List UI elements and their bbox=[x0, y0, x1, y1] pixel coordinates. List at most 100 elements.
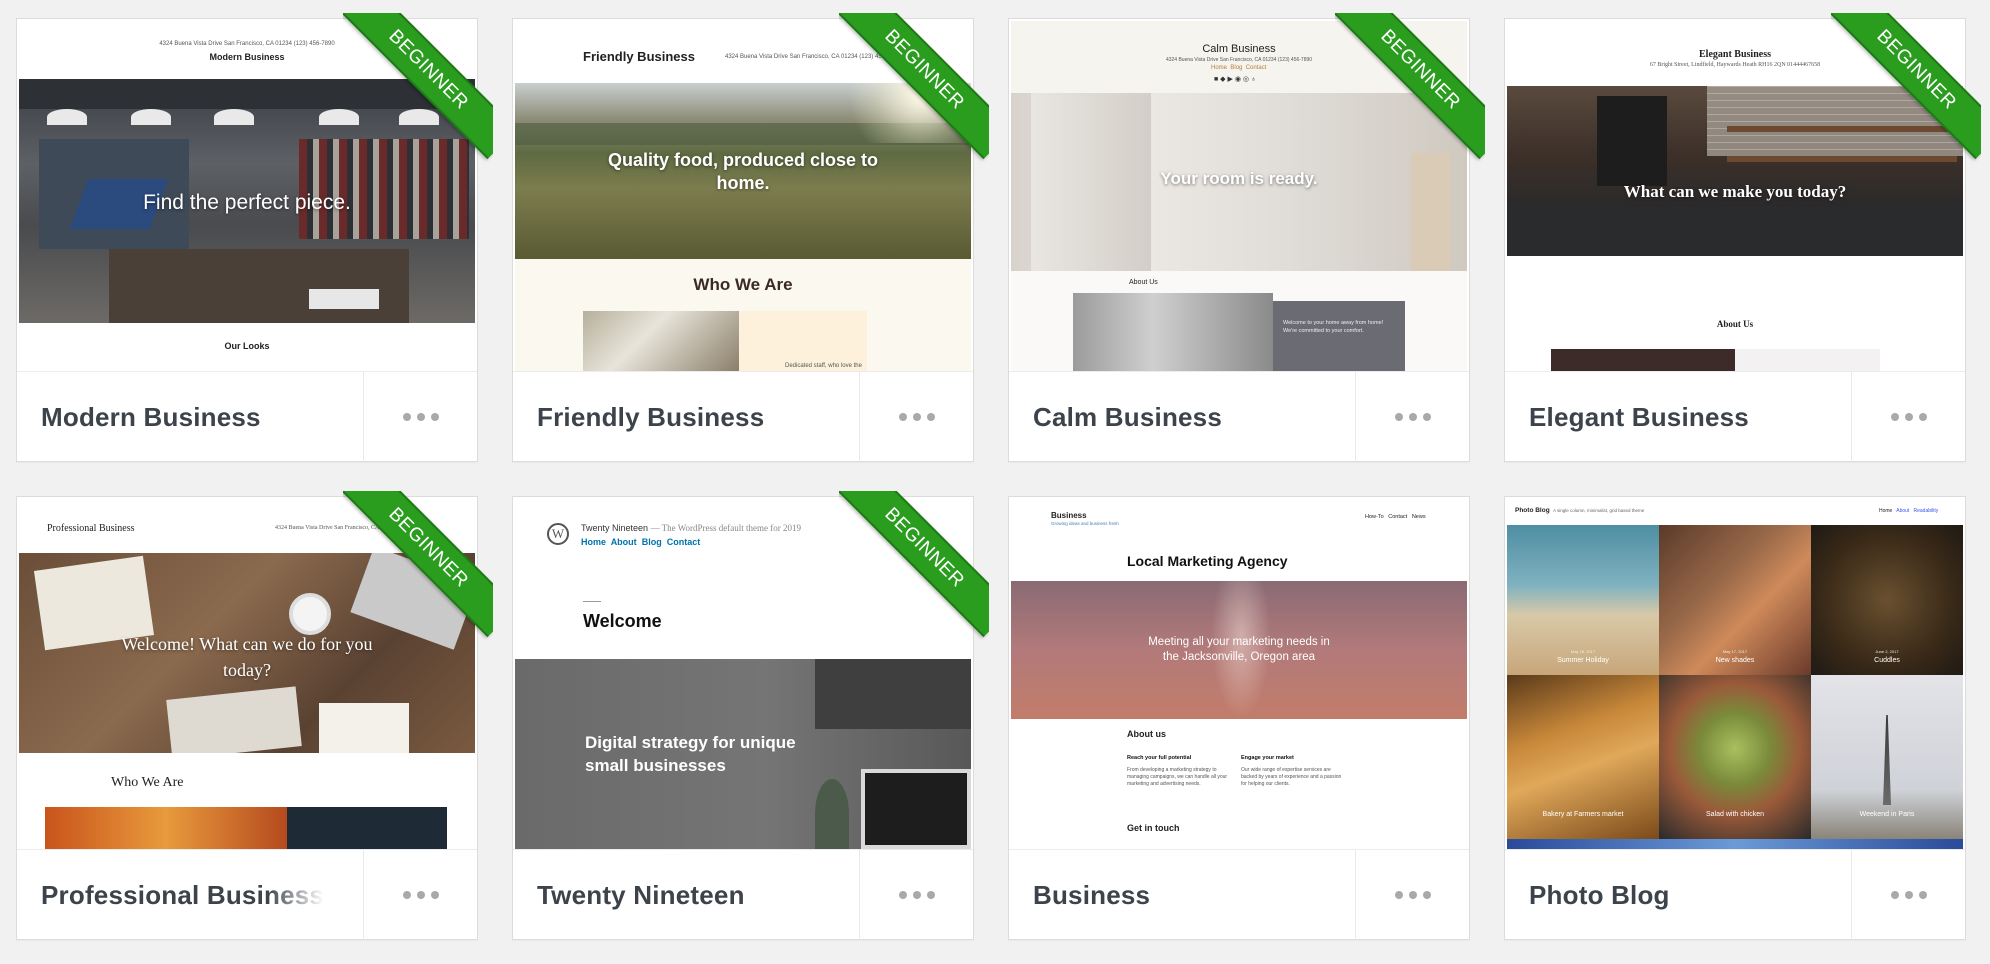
theme-more-button[interactable] bbox=[1851, 372, 1965, 462]
theme-more-button[interactable] bbox=[859, 850, 973, 940]
theme-name[interactable]: Modern Business bbox=[41, 372, 261, 462]
preview-site-title: Modern Business bbox=[209, 52, 285, 62]
preview-nav-about: About bbox=[1896, 508, 1910, 514]
preview-nav: Home About Blog Contact bbox=[581, 537, 700, 547]
ellipsis-icon bbox=[898, 413, 935, 421]
theme-card-modern-business[interactable]: 4324 Buena Vista Drive San Francisco, CA… bbox=[16, 13, 493, 462]
ellipsis-icon bbox=[402, 891, 439, 899]
preview-nav-contact: Contact bbox=[1245, 65, 1267, 71]
preview-hero-image: Digital strategy for unique small busine… bbox=[515, 659, 971, 849]
preview-hero-image: Meeting all your marketing needs in the … bbox=[1011, 581, 1467, 719]
ellipsis-icon bbox=[1394, 413, 1431, 421]
preview-site-title: Business bbox=[1051, 511, 1087, 520]
theme-name[interactable]: Photo Blog bbox=[1529, 850, 1670, 940]
theme-name[interactable]: Business bbox=[1033, 850, 1150, 940]
theme-more-button[interactable] bbox=[1355, 372, 1469, 462]
theme-card-footer: Elegant Business bbox=[1505, 371, 1965, 462]
theme-card-business[interactable]: Business Growing ideas and business fres… bbox=[1008, 496, 1470, 940]
preview-room-image bbox=[1073, 293, 1273, 371]
preview-hero-text: Welcome! What can we do for you today? bbox=[121, 634, 373, 680]
ellipsis-icon bbox=[402, 413, 439, 421]
preview-header-line: 4324 Buena Vista Drive San Francisco, CA… bbox=[1165, 57, 1313, 63]
preview-about-title: About us bbox=[1127, 729, 1166, 739]
preview-header-line: 4324 Buena Vista Drive San Francisco, CA… bbox=[275, 525, 435, 531]
theme-more-button[interactable] bbox=[363, 850, 477, 940]
preview-section-title: About Us bbox=[1716, 319, 1754, 329]
preview-contact-title: Get in touch bbox=[1127, 823, 1180, 833]
photo-date: May 18, 2017 bbox=[1570, 649, 1596, 654]
preview-hero-image: Quality food, produced close to home. bbox=[515, 83, 971, 259]
preview-site-title: Elegant Business bbox=[1699, 49, 1771, 60]
theme-more-button[interactable] bbox=[859, 372, 973, 462]
theme-screenshot[interactable]: Photo Blog A single column, minimalist, … bbox=[1507, 499, 1963, 849]
preview-site-title-line: Twenty Nineteen — The WordPress default … bbox=[581, 523, 801, 533]
theme-name[interactable]: Elegant Business bbox=[1529, 372, 1749, 462]
preview-header-line: 67 Bright Street, Lindfield, Haywards He… bbox=[1649, 62, 1821, 68]
preview-section-image bbox=[45, 807, 287, 849]
theme-card-footer: Photo Blog bbox=[1505, 849, 1965, 940]
theme-screenshot[interactable]: 4324 Buena Vista Drive San Francisco, CA… bbox=[19, 21, 475, 371]
photo-caption: Summer Holiday bbox=[1557, 657, 1609, 664]
theme-screenshot[interactable]: Friendly Business 4324 Buena Vista Drive… bbox=[515, 21, 971, 371]
preview-hero-image: What can we make you today? bbox=[1507, 86, 1963, 256]
preview-tagline: A single column, minimalist, grid based … bbox=[1553, 508, 1645, 513]
photo-tile[interactable]: Bakery at Farmers market bbox=[1507, 675, 1659, 839]
preview-nav-home: Home bbox=[581, 537, 607, 547]
photo-caption: Weekend in Paris bbox=[1859, 811, 1915, 818]
preview-col1-text: From developing a marketing strategy to … bbox=[1127, 767, 1228, 787]
preview-nav-home: Home bbox=[1211, 65, 1228, 71]
theme-more-button[interactable] bbox=[1355, 850, 1469, 940]
theme-card-professional-business[interactable]: Professional Business 4324 Buena Vista D… bbox=[16, 491, 493, 940]
preview-nav-news: News bbox=[1411, 514, 1426, 520]
photo-caption: Cuddles bbox=[1874, 657, 1900, 664]
theme-card-friendly-business[interactable]: Friendly Business 4324 Buena Vista Drive… bbox=[512, 13, 989, 462]
theme-screenshot[interactable]: Calm Business 4324 Buena Vista Drive San… bbox=[1011, 21, 1467, 371]
theme-card-calm-business[interactable]: Calm Business 4324 Buena Vista Drive San… bbox=[1008, 13, 1485, 462]
theme-card-footer: Twenty Nineteen bbox=[513, 849, 973, 940]
preview-site-title: Friendly Business bbox=[583, 49, 695, 64]
preview-section-title: Who We Are bbox=[693, 275, 793, 294]
ellipsis-icon bbox=[1890, 413, 1927, 421]
theme-more-button[interactable] bbox=[1851, 850, 1965, 940]
photo-tile[interactable]: May 18, 2017 Summer Holiday bbox=[1507, 525, 1659, 675]
wordpress-logo-icon: W bbox=[547, 523, 569, 545]
photo-date: June 2, 2017 bbox=[1875, 649, 1899, 654]
preview-nav-readability: Readability bbox=[1913, 508, 1939, 514]
preview-header-line: 4324 Buena Vista Drive San Francisco, CA… bbox=[725, 54, 901, 60]
photo-tile[interactable]: Salad with chicken bbox=[1659, 675, 1811, 839]
theme-card-footer: Calm Business bbox=[1009, 371, 1469, 462]
theme-name[interactable]: Friendly Business bbox=[537, 372, 764, 462]
preview-hero-image: Welcome! What can we do for you today? bbox=[19, 553, 475, 753]
photo-tile[interactable]: Weekend in Paris bbox=[1811, 675, 1963, 839]
theme-name[interactable]: Twenty Nineteen bbox=[537, 850, 745, 940]
preview-hero-text: Find the perfect piece. bbox=[143, 191, 351, 214]
theme-screenshot[interactable]: W Twenty Nineteen — The WordPress defaul… bbox=[515, 499, 971, 849]
theme-screenshot[interactable]: Professional Business 4324 Buena Vista D… bbox=[19, 499, 475, 849]
theme-screenshot[interactable]: Elegant Business 67 Bright Street, Lindf… bbox=[1507, 21, 1963, 371]
preview-col2-title: Engage your market bbox=[1241, 755, 1294, 761]
theme-name[interactable]: Calm Business bbox=[1033, 372, 1222, 462]
preview-hero-text: Digital strategy for unique small busine… bbox=[585, 733, 796, 775]
preview-hero-text: What can we make you today? bbox=[1623, 182, 1847, 201]
photo-date: May 17, 2017 bbox=[1722, 649, 1748, 654]
preview-hero-text: Meeting all your marketing needs in the … bbox=[1148, 636, 1330, 663]
preview-welcome: Welcome bbox=[583, 611, 662, 631]
theme-card-elegant-business[interactable]: Elegant Business 67 Bright Street, Lindf… bbox=[1504, 13, 1981, 462]
preview-tagline: — The WordPress default theme for 2019 bbox=[650, 523, 801, 533]
theme-card-twenty-nineteen[interactable]: W Twenty Nineteen — The WordPress defaul… bbox=[512, 491, 989, 940]
theme-more-button[interactable] bbox=[363, 372, 477, 462]
preview-site-title: Photo Blog bbox=[1515, 507, 1550, 514]
theme-card-photo-blog[interactable]: Photo Blog A single column, minimalist, … bbox=[1504, 496, 1966, 940]
preview-nav-home: Home bbox=[1879, 508, 1893, 514]
theme-grid: 4324 Buena Vista Drive San Francisco, CA… bbox=[0, 0, 1990, 964]
photo-tile[interactable]: May 17, 2017 New shades bbox=[1659, 525, 1811, 675]
theme-name[interactable]: Professional Business bbox=[41, 850, 324, 940]
preview-col1-title: Reach your full potential bbox=[1127, 755, 1192, 761]
theme-screenshot[interactable]: Business Growing ideas and business fres… bbox=[1011, 499, 1467, 849]
theme-card-footer: Business bbox=[1009, 849, 1469, 940]
preview-hero-image: Your room is ready. bbox=[1011, 93, 1467, 271]
preview-col2-text: Our wide range of expertise services are… bbox=[1241, 767, 1342, 787]
photo-tile[interactable]: June 2, 2017 Cuddles bbox=[1811, 525, 1963, 675]
preview-nav-blog: Blog bbox=[1230, 65, 1243, 71]
preview-snippet: Dedicated staff, who love the bbox=[785, 363, 862, 369]
